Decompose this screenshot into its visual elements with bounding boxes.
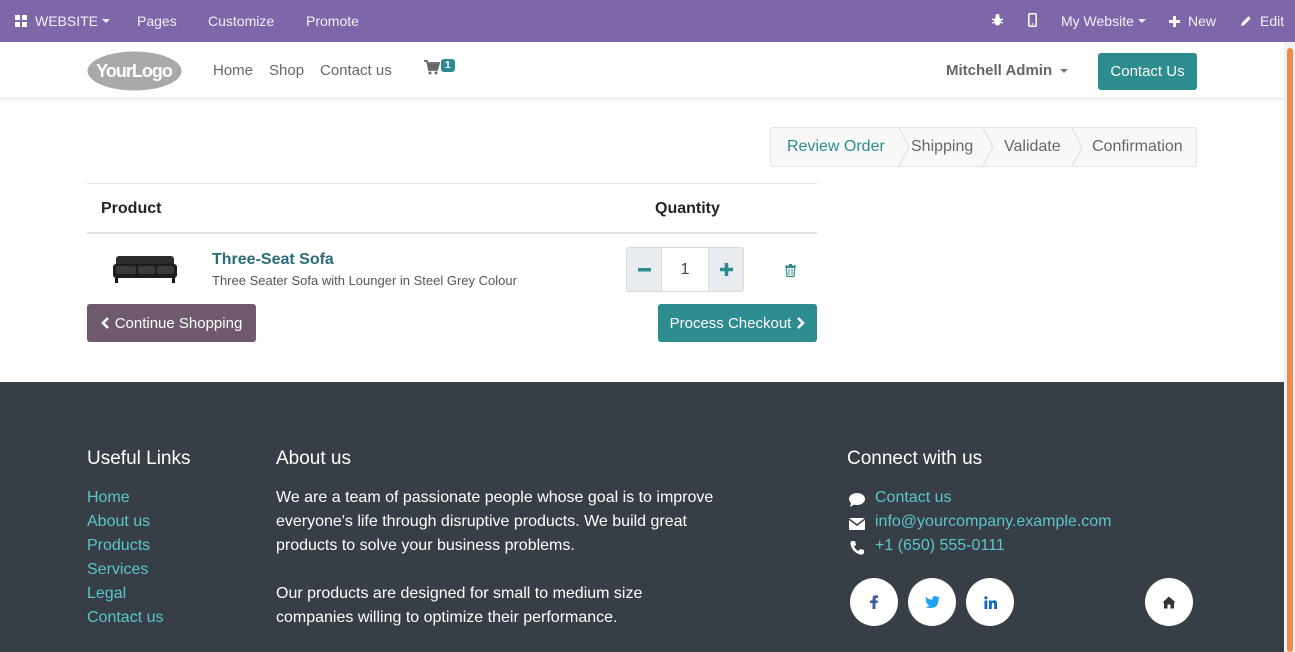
nav-shop[interactable]: Shop: [269, 62, 304, 79]
contact-us-button[interactable]: Contact Us: [1098, 53, 1197, 90]
promote-menu[interactable]: Promote: [306, 13, 359, 29]
envelope-icon: [848, 518, 866, 530]
process-checkout-button[interactable]: Process Checkout: [658, 304, 817, 342]
minus-icon: [637, 267, 651, 271]
step-review-order: Review Order: [771, 128, 899, 166]
step-confirmation: Confirmation: [1081, 128, 1196, 166]
about-line: everyone's life through disruptive produ…: [276, 513, 687, 530]
footer-link-contact-us[interactable]: Contact us: [87, 609, 163, 627]
step-label: Confirmation: [1092, 138, 1183, 155]
product-description: Three Seater Sofa with Lounger in Steel …: [212, 273, 517, 288]
quantity-increase-button[interactable]: [708, 247, 744, 292]
footer-link-services[interactable]: Services: [87, 561, 148, 579]
about-us-paragraph-2: Our products are designed for small to m…: [276, 582, 756, 630]
nav-home[interactable]: Home: [213, 62, 253, 79]
my-website-menu[interactable]: My Website: [1061, 13, 1146, 29]
table-header-divider: [87, 232, 817, 234]
site-header: YourLogo Home Shop Contact us 1 Mitchell…: [0, 42, 1284, 99]
new-button[interactable]: New: [1169, 13, 1216, 29]
edit-button[interactable]: Edit: [1240, 13, 1284, 29]
admin-bar: WEBSITE Pages Customize Promote My Websi…: [0, 0, 1295, 42]
debug-bug-icon[interactable]: [991, 13, 1004, 27]
step-separator: [1072, 128, 1083, 166]
about-line: We are a team of passionate people whose…: [276, 489, 714, 506]
product-image[interactable]: [112, 250, 178, 286]
connect-contact-us-link[interactable]: Contact us: [875, 489, 951, 507]
pages-menu[interactable]: Pages: [137, 13, 177, 29]
apps-grid-icon: [15, 15, 27, 27]
process-checkout-label: Process Checkout: [669, 314, 792, 332]
quantity-input[interactable]: [661, 247, 709, 292]
step-validate: Validate: [992, 128, 1081, 166]
website-menu-label: WEBSITE: [35, 13, 99, 29]
nav-contact-us[interactable]: Contact us: [320, 62, 392, 79]
phone-icon: [850, 541, 864, 555]
mobile-preview-icon[interactable]: [1028, 13, 1037, 27]
caret-down-icon: [1060, 68, 1069, 73]
footer-link-home[interactable]: Home: [87, 489, 130, 507]
home-icon[interactable]: [1145, 578, 1193, 626]
user-menu[interactable]: Mitchell Admin: [946, 62, 1069, 79]
continue-shopping-label: Continue Shopping: [114, 314, 243, 332]
chevron-right-icon: [797, 317, 806, 329]
table-border: [87, 183, 817, 184]
footer-link-about-us[interactable]: About us: [87, 513, 150, 531]
user-name: Mitchell Admin: [946, 62, 1053, 79]
quantity-decrease-button[interactable]: [626, 247, 662, 292]
about-us-title: About us: [276, 448, 351, 469]
plus-icon: [719, 263, 733, 276]
about-us-paragraph-1: We are a team of passionate people whose…: [276, 486, 756, 558]
col-header-product: Product: [101, 200, 162, 217]
trash-icon[interactable]: [785, 264, 796, 277]
useful-links-title: Useful Links: [87, 448, 191, 469]
phone-link[interactable]: +1 (650) 555-0111: [875, 537, 1005, 555]
twitter-icon[interactable]: [908, 578, 956, 626]
continue-shopping-button[interactable]: Continue Shopping: [87, 304, 256, 342]
about-line: Our products are designed for small to m…: [276, 585, 643, 602]
plus-icon: [1169, 15, 1180, 27]
linkedin-icon[interactable]: [966, 578, 1014, 626]
scrollbar-thumb[interactable]: [1287, 48, 1293, 652]
cart-count-badge: 1: [441, 59, 455, 72]
svg-text:YourLogo: YourLogo: [96, 61, 173, 81]
new-label: New: [1188, 13, 1217, 29]
comment-icon: [849, 493, 865, 507]
email-link[interactable]: info@yourcompany.example.com: [875, 513, 1112, 531]
product-name-link[interactable]: Three-Seat Sofa: [212, 251, 334, 269]
facebook-icon[interactable]: [850, 578, 898, 626]
checkout-progress: Review Order Shipping Validate Confirmat…: [770, 127, 1197, 167]
about-line: products to solve your business problems…: [276, 537, 575, 554]
footer-link-legal[interactable]: Legal: [87, 585, 126, 603]
edit-label: Edit: [1260, 13, 1285, 29]
company-logo[interactable]: YourLogo: [87, 51, 182, 91]
connect-with-us-title: Connect with us: [847, 448, 983, 469]
step-label: Validate: [1004, 138, 1061, 155]
col-header-quantity: Quantity: [655, 200, 720, 217]
step-shipping: Shipping: [899, 128, 992, 166]
website-menu[interactable]: WEBSITE: [15, 13, 111, 29]
caret-down-icon: [102, 19, 111, 23]
step-label: Shipping: [911, 138, 974, 155]
chevron-left-icon: [100, 317, 109, 329]
step-separator: [899, 128, 910, 166]
customize-menu[interactable]: Customize: [208, 13, 274, 29]
about-line: companies willing to optimize their perf…: [276, 609, 618, 626]
step-separator: [983, 128, 994, 166]
caret-down-icon: [1137, 19, 1146, 23]
step-label: Review Order: [787, 138, 885, 155]
pencil-icon: [1241, 16, 1251, 26]
my-website-label: My Website: [1061, 13, 1134, 29]
footer-link-products[interactable]: Products: [87, 537, 150, 555]
shopping-cart-icon[interactable]: [424, 60, 440, 75]
